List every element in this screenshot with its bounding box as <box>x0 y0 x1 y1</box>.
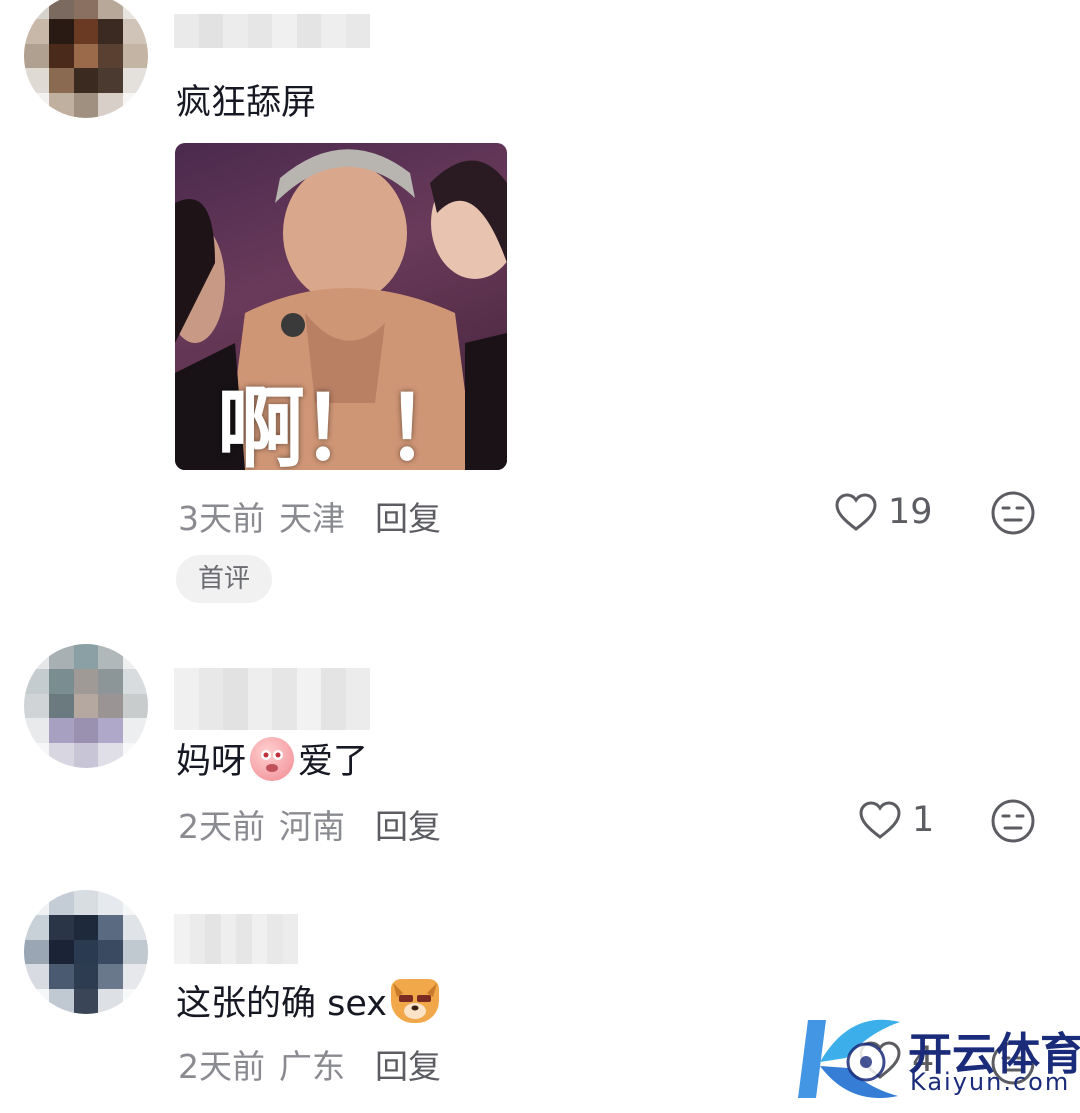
comment-text: 这张的确 sex <box>176 975 439 1026</box>
comment-time: 2天前 <box>178 807 265 846</box>
comment-meta: 2天前 河南 回复 <box>178 800 441 848</box>
kaiyun-logo-icon <box>798 1019 900 1098</box>
comment-meta: 3天前 天津 回复 <box>178 492 441 540</box>
dislike-face-icon[interactable] <box>990 490 1036 536</box>
reply-button[interactable]: 回复 <box>375 800 441 848</box>
watermark: 开云体育 Kaiyun.com <box>790 1010 1080 1110</box>
username-blurred[interactable] <box>174 914 298 964</box>
cool-dog-emoji-icon <box>391 978 439 1023</box>
dislike-face-icon[interactable] <box>990 798 1036 844</box>
like-count: 1 <box>912 800 935 840</box>
comment-location: 天津 <box>279 499 345 538</box>
heart-icon <box>859 801 901 839</box>
shy-face-emoji-icon <box>250 736 295 781</box>
avatar[interactable] <box>24 890 148 1014</box>
heart-icon <box>835 493 877 531</box>
like-button[interactable]: 19 <box>834 492 933 532</box>
comment-text: 疯狂舔屏 <box>176 83 317 123</box>
comment-time: 2天前 <box>178 1047 265 1086</box>
username-blurred[interactable] <box>174 668 370 730</box>
watermark-subtitle: Kaiyun.com <box>910 1068 1071 1096</box>
avatar[interactable] <box>24 644 148 768</box>
first-comment-badge: 首评 <box>176 555 273 603</box>
comment-time: 3天前 <box>178 499 265 538</box>
like-count: 19 <box>888 492 933 532</box>
avatar[interactable] <box>24 0 148 118</box>
comment-location: 广东 <box>279 1047 345 1086</box>
sticker-image[interactable]: 啊！！ <box>175 143 507 470</box>
like-button[interactable]: 1 <box>858 800 934 840</box>
sticker-caption: 啊！！ <box>217 377 473 470</box>
reply-button[interactable]: 回复 <box>375 492 441 540</box>
reply-button[interactable]: 回复 <box>375 1040 441 1088</box>
comment-location: 河南 <box>279 807 345 846</box>
comment-meta: 2天前 广东 回复 <box>178 1040 441 1088</box>
comment-text: 妈呀 爱了 <box>176 733 368 784</box>
username-blurred[interactable] <box>174 14 370 48</box>
